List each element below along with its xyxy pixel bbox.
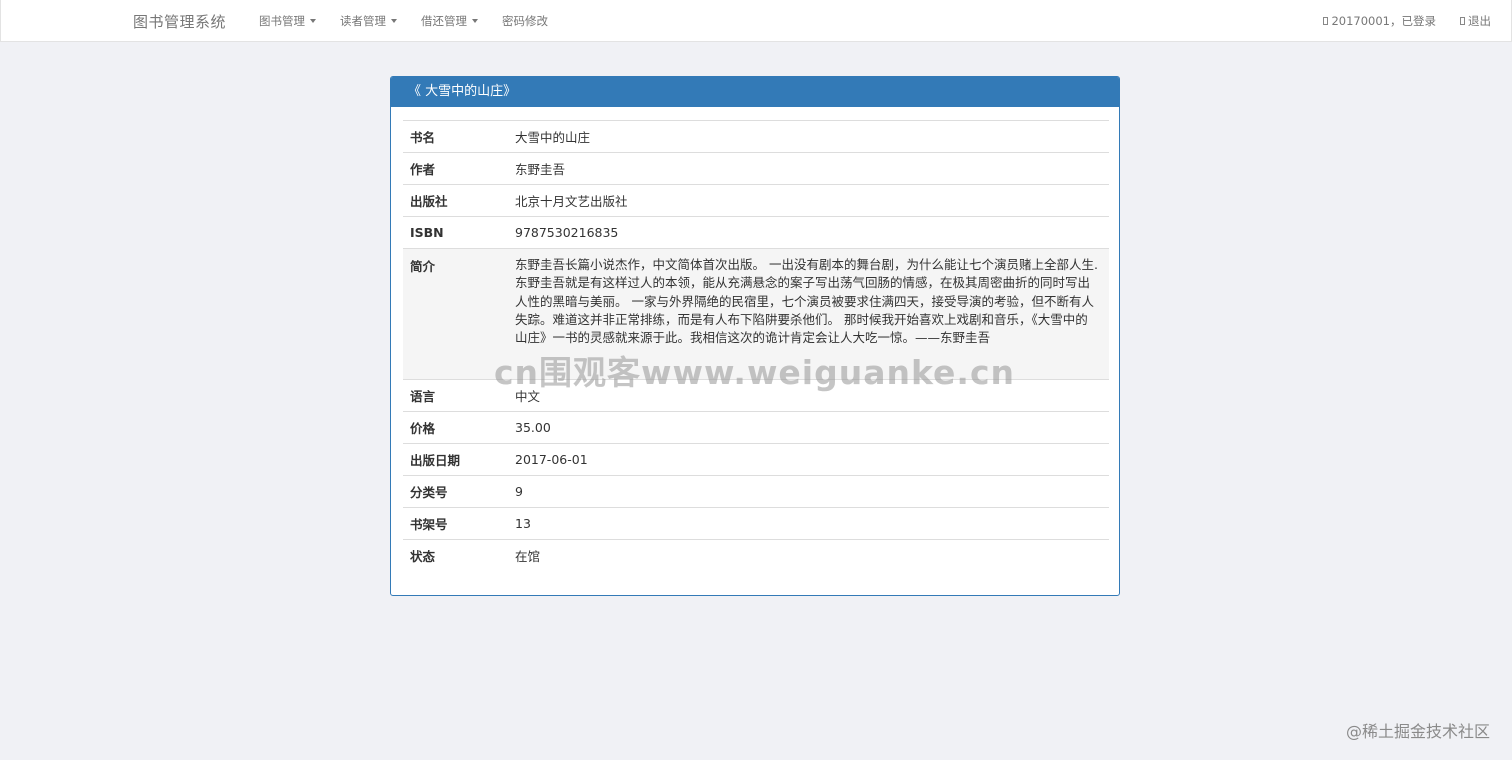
table-row: 作者 东野圭吾 [403,152,1109,185]
corner-watermark: @稀土掘金技术社区 [1345,722,1490,741]
menu-label: 图书管理 [259,13,305,28]
menu-book-management[interactable]: 图书管理 [259,13,316,29]
row-value: 北京十月文艺出版社 [515,194,628,209]
menu-label: 密码修改 [502,13,548,28]
table-row: 出版社 北京十月文艺出版社 [403,184,1109,217]
table-row: 分类号 9 [403,475,1109,508]
row-label: 书名 [410,130,436,145]
row-value: 大雪中的山庄 [515,130,591,145]
user-icon [1323,16,1329,25]
table-row: 书架号 13 [403,507,1109,540]
main-menu: 图书管理 读者管理 借还管理 密码修改 [259,0,572,41]
row-label: 作者 [410,162,436,177]
row-label: 价格 [410,421,436,436]
table-row: ISBN 9787530216835 [403,216,1109,249]
app-brand[interactable]: 图书管理系统 [133,11,226,32]
row-value: 2017-06-01 [515,452,588,467]
row-value: 在馆 [515,549,541,564]
row-value: 9787530216835 [515,225,619,240]
menu-reader-management[interactable]: 读者管理 [340,13,397,29]
row-label: 出版日期 [410,453,461,468]
row-value: 9 [515,484,523,499]
row-label: 分类号 [410,485,448,500]
row-label: 简介 [403,248,508,380]
table-row: 价格 35.00 [403,411,1109,444]
table-row: 出版日期 2017-06-01 [403,443,1109,476]
menu-borrow-return[interactable]: 借还管理 [421,13,478,29]
logout-text: 退出 [1468,13,1491,28]
logout-link[interactable]: 退出 [1460,13,1491,29]
table-row: 书名 大雪中的山庄 [403,120,1109,153]
caret-down-icon [472,18,478,23]
table-row: 状态 在馆 [403,539,1109,572]
caret-down-icon [391,18,397,23]
menu-label: 借还管理 [421,13,467,28]
site-watermark: cn围观客www.weiguanke.cn [494,353,1016,392]
row-label: ISBN [410,225,444,240]
caret-down-icon [310,18,316,23]
row-value: 35.00 [515,420,551,435]
top-navbar: 图书管理系统 图书管理 读者管理 借还管理 密码修改 20170001，已登录 … [0,0,1512,42]
row-value: 13 [515,516,531,531]
user-status-text: 20170001，已登录 [1331,13,1436,28]
menu-change-password[interactable]: 密码修改 [502,13,548,29]
book-detail-panel: 《 大雪中的山庄》 书名 大雪中的山庄 作者 东野圭吾 出版社 北京十月文艺出版… [390,76,1120,596]
logout-icon [1460,16,1465,25]
user-area: 20170001，已登录 退出 [1299,0,1491,41]
row-label: 语言 [410,389,436,404]
row-label: 出版社 [410,194,448,209]
menu-label: 读者管理 [340,13,386,28]
user-status-link[interactable]: 20170001，已登录 [1323,13,1436,29]
row-label: 书架号 [410,517,448,532]
row-label: 状态 [410,549,436,564]
panel-title: 《 大雪中的山庄》 [391,77,1119,107]
row-value: 东野圭吾 [515,162,566,177]
